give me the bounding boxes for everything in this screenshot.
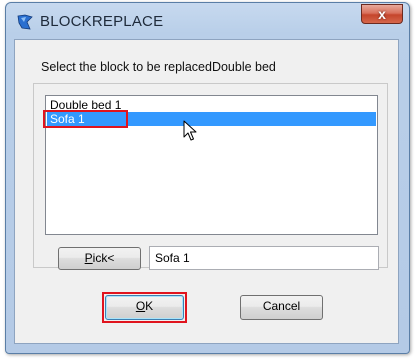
dialog-window: BLOCKREPLACE x Select the block to be re… xyxy=(5,2,410,354)
instruction-label: Select the block to be replacedDouble be… xyxy=(41,60,276,74)
mouse-pointer-icon xyxy=(183,120,197,141)
pick-button[interactable]: Pick< xyxy=(58,247,141,270)
pick-label: ick< xyxy=(92,251,115,265)
list-item-double-bed[interactable]: Double bed 1 xyxy=(47,98,376,112)
dialog-client-area: Select the block to be replacedDouble be… xyxy=(14,39,399,344)
block-name-field[interactable]: Sofa 1 xyxy=(149,246,379,270)
window-title: BLOCKREPLACE xyxy=(40,13,164,30)
ok-accelerator: O xyxy=(135,299,146,313)
ok-button[interactable]: OK xyxy=(105,295,184,320)
pick-accelerator: P xyxy=(84,251,93,265)
close-icon: x xyxy=(378,6,386,22)
title-bar[interactable]: BLOCKREPLACE x xyxy=(6,3,409,39)
app-icon xyxy=(17,14,33,30)
list-item-sofa[interactable]: Sofa 1 xyxy=(47,112,376,126)
ok-label: K xyxy=(145,299,154,313)
block-list[interactable]: Double bed 1 Sofa 1 xyxy=(45,95,378,235)
cancel-button[interactable]: Cancel xyxy=(240,295,323,320)
close-button[interactable]: x xyxy=(361,4,403,24)
